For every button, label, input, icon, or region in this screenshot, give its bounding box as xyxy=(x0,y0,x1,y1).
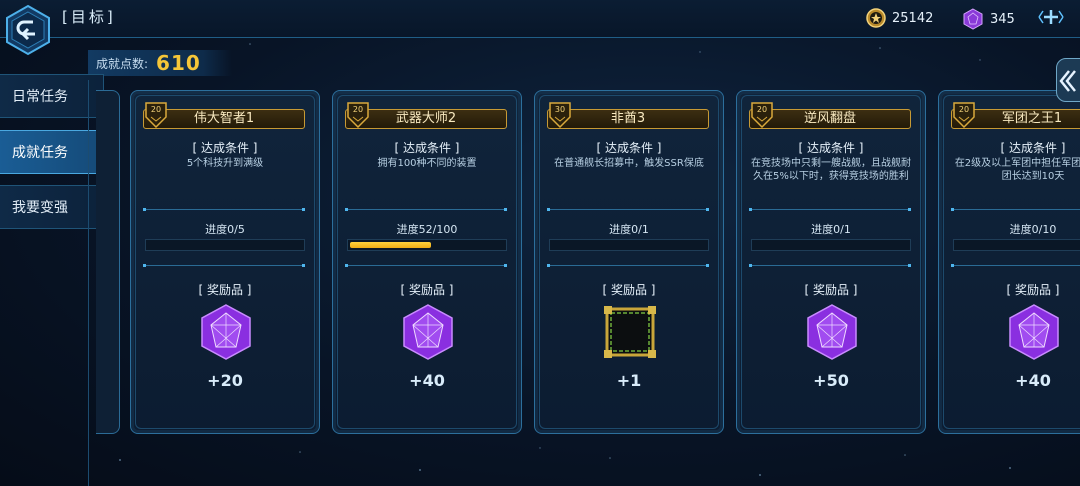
scroll-right-button[interactable] xyxy=(1056,58,1080,102)
reward-label: [ 奖励品 ] xyxy=(198,283,252,297)
progress-bar xyxy=(953,239,1080,251)
condition-label: [ 达成条件 ] xyxy=(1000,141,1066,155)
divider xyxy=(143,208,305,211)
rank-badge-icon: 20 xyxy=(347,102,369,129)
tab-label: 成就任务 xyxy=(12,145,68,161)
progress-label: 进度0/1 xyxy=(811,223,851,236)
svg-text:20: 20 xyxy=(353,105,363,114)
progress-label: 进度0/10 xyxy=(1009,223,1057,236)
rank-badge-icon: 20 xyxy=(751,102,773,129)
reward-amount: +20 xyxy=(207,371,243,390)
svg-text:20: 20 xyxy=(757,105,767,114)
svg-text:30: 30 xyxy=(555,105,565,114)
divider xyxy=(951,264,1080,267)
top-bar: [目标] 25142 345 xyxy=(0,0,1080,38)
condition-text: 在普通舰长招募中，触发SSR保底 xyxy=(554,158,704,169)
purple-crystal-icon xyxy=(1009,304,1059,360)
gem-amount: 345 xyxy=(990,11,1015,27)
achievement-points-value: 610 xyxy=(156,51,201,75)
purple-crystal-icon xyxy=(963,8,983,30)
divider xyxy=(951,208,1080,211)
condition-text: 在2级及以上军团中担任军团长或副团长达到10天 xyxy=(954,158,1080,182)
reward-label: [ 奖励品 ] xyxy=(400,283,454,297)
reward-amount: +1 xyxy=(616,371,642,390)
progress-bar xyxy=(347,239,507,251)
back-arrow-icon xyxy=(6,4,50,56)
achievement-card[interactable]: 20 武器大师2 [ 达成条件 ] 拥有100种不同的装置 进度52/100 [… xyxy=(332,90,522,434)
plus-icon xyxy=(1038,10,1064,24)
rank-badge-icon: 20 xyxy=(145,102,167,129)
divider xyxy=(345,264,507,267)
purple-crystal-icon xyxy=(807,304,857,360)
achievement-card[interactable]: 20 伟大智者1 [ 达成条件 ] 5个科技升到满级 进度0/5 [ 奖励品 ]… xyxy=(130,90,320,434)
progress-bar xyxy=(145,239,305,251)
divider xyxy=(345,208,507,211)
condition-text: 在竞技场中只剩一艘战舰，且战舰耐久在5%以下时，获得竞技场的胜利 xyxy=(751,158,911,182)
reward-label: [ 奖励品 ] xyxy=(1006,283,1060,297)
condition-text: 5个科技升到满级 xyxy=(186,158,264,169)
achievement-card[interactable]: 20 逆风翻盘 [ 达成条件 ] 在竞技场中只剩一艘战舰，且战舰耐久在5%以下时… xyxy=(736,90,926,434)
achievement-card[interactable]: 30 非酋3 [ 达成条件 ] 在普通舰长招募中，触发SSR保底 进度0/1 [… xyxy=(534,90,724,434)
progress-label: 进度52/100 xyxy=(396,223,458,236)
condition-label: [ 达成条件 ] xyxy=(394,141,460,155)
divider xyxy=(749,208,911,211)
progress-label: 进度0/5 xyxy=(205,223,245,236)
divider xyxy=(143,264,305,267)
progress-fill xyxy=(350,242,432,248)
page-title: [目标] xyxy=(62,8,116,26)
progress-bar xyxy=(751,239,911,251)
tab-label: 日常任务 xyxy=(12,89,68,105)
divider xyxy=(547,208,709,211)
progress-bar xyxy=(549,239,709,251)
achievement-points: 成就点数: 610 xyxy=(88,50,232,76)
condition-label: [ 达成条件 ] xyxy=(596,141,662,155)
gold-coin-icon xyxy=(866,8,886,28)
reward-amount: +50 xyxy=(813,371,849,390)
rank-badge-icon: 30 xyxy=(549,102,571,129)
condition-text: 拥有100种不同的装置 xyxy=(377,158,477,169)
coin-amount: 25142 xyxy=(892,10,934,26)
purple-crystal-icon xyxy=(201,304,251,360)
partial-card xyxy=(96,90,120,434)
back-button[interactable] xyxy=(4,4,52,56)
condition-label: [ 达成条件 ] xyxy=(798,141,864,155)
gold-frame-icon xyxy=(604,306,656,358)
achievement-points-label: 成就点数: xyxy=(96,56,149,71)
progress-label: 进度0/1 xyxy=(609,223,649,236)
achievement-card-list[interactable]: 20 伟大智者1 [ 达成条件 ] 5个科技升到满级 进度0/5 [ 奖励品 ]… xyxy=(96,80,1080,440)
svg-text:20: 20 xyxy=(959,105,969,114)
panel-divider xyxy=(88,80,89,486)
rank-badge-icon: 20 xyxy=(953,102,975,129)
double-chevron-icon xyxy=(1059,70,1076,92)
coin-counter: 25142 xyxy=(866,8,933,28)
purple-crystal-icon xyxy=(403,304,453,360)
reward-label: [ 奖励品 ] xyxy=(602,283,656,297)
condition-label: [ 达成条件 ] xyxy=(192,141,258,155)
svg-text:20: 20 xyxy=(151,105,161,114)
divider xyxy=(749,264,911,267)
gem-counter: 345 xyxy=(962,8,1015,30)
reward-amount: +40 xyxy=(409,371,445,390)
achievement-card[interactable]: 20 军团之王1 [ 达成条件 ] 在2级及以上军团中担任军团长或副团长达到10… xyxy=(938,90,1080,434)
add-currency-button[interactable] xyxy=(1036,5,1066,29)
tab-label: 我要变强 xyxy=(12,200,68,216)
divider xyxy=(547,264,709,267)
reward-amount: +40 xyxy=(1015,371,1051,390)
reward-label: [ 奖励品 ] xyxy=(804,283,858,297)
